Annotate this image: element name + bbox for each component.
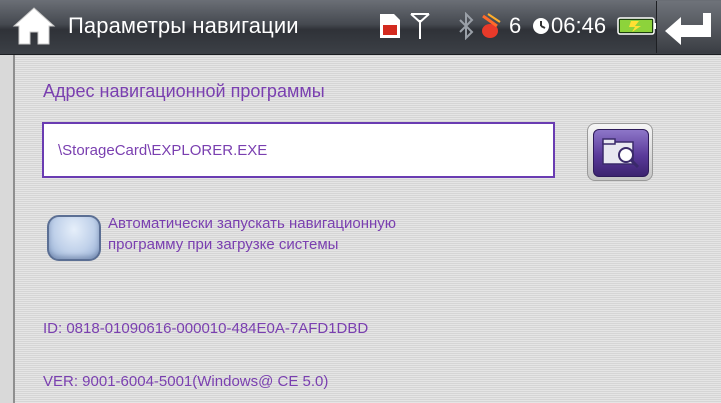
home-icon[interactable] (12, 6, 56, 46)
browse-button-face (593, 129, 649, 177)
bluetooth-icon (459, 12, 474, 40)
program-path-input[interactable] (42, 122, 555, 178)
sd-card-icon (380, 14, 400, 38)
browse-button[interactable] (587, 123, 653, 181)
address-label: Адрес навигационной программы (43, 81, 325, 101)
autostart-label[interactable]: Автоматически запускать навигационную пр… (108, 213, 468, 255)
autostart-checkbox[interactable] (47, 215, 101, 261)
antenna-icon (410, 13, 430, 39)
back-arrow-icon (665, 13, 711, 45)
version-info: VER: 9001-6004-5001(Windows@ CE 5.0) (43, 373, 329, 390)
clock-time: 06:46 (551, 13, 607, 38)
gps-satellite-icon (482, 13, 501, 38)
page-title: Параметры навигации (68, 13, 299, 38)
title-bar: Параметры навигации 6 06:46 (0, 0, 721, 55)
device-id: ID: 0818-01090616-000010-484E0A-7AFD1DBD (43, 320, 369, 337)
satellite-count: 6 (509, 13, 522, 38)
battery-icon (617, 17, 658, 35)
clock-icon (533, 18, 549, 34)
folder-search-icon (602, 138, 640, 169)
back-button[interactable] (656, 1, 721, 53)
navigation-settings-panel: Адрес навигационной программы Автоматиче… (13, 55, 721, 403)
